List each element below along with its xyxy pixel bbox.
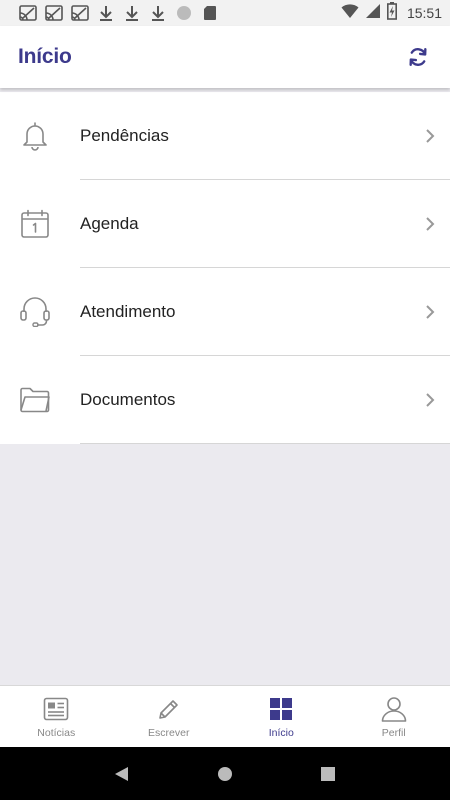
download-icon xyxy=(96,4,116,22)
calendar-icon xyxy=(0,180,80,268)
user-icon xyxy=(379,694,409,724)
bell-icon xyxy=(0,92,80,180)
dot-icon xyxy=(174,4,194,22)
tab-label: Perfil xyxy=(381,727,406,739)
tab-perfil[interactable]: Perfil xyxy=(338,686,450,747)
menu-item-label: Agenda xyxy=(80,214,139,233)
chevron-right-icon xyxy=(410,180,450,268)
status-clock: 15:51 xyxy=(406,5,442,21)
menu-item-label: Documentos xyxy=(80,390,176,409)
download-icon xyxy=(122,4,142,22)
chevron-right-icon xyxy=(410,356,450,444)
chevron-right-icon xyxy=(410,92,450,180)
home-button[interactable] xyxy=(205,754,245,794)
tab-escrever[interactable]: Escrever xyxy=(113,686,226,747)
wifi-icon xyxy=(341,3,359,24)
download-icon xyxy=(148,4,168,22)
bottom-nav: Notícias Escrever Início Perfil xyxy=(0,685,450,747)
folder-icon xyxy=(0,356,80,444)
back-button[interactable] xyxy=(102,754,142,794)
sd-card-icon xyxy=(200,4,220,22)
headset-icon xyxy=(0,268,80,356)
notification-icons xyxy=(18,4,220,22)
status-bar: 15:51 xyxy=(0,0,450,26)
tab-label: Escrever xyxy=(148,727,190,739)
page-title: Início xyxy=(18,45,72,68)
cast-icon xyxy=(44,4,64,22)
tab-label: Notícias xyxy=(37,727,76,739)
menu-item-pendencias[interactable]: Pendências xyxy=(0,92,450,180)
cast-icon xyxy=(70,4,90,22)
cast-icon xyxy=(18,4,38,22)
battery-charging-icon xyxy=(386,1,397,25)
divider xyxy=(80,443,450,444)
system-icons: 15:51 xyxy=(341,1,442,25)
menu-item-label: Atendimento xyxy=(80,302,176,321)
home-icon xyxy=(217,766,232,781)
news-icon xyxy=(41,694,71,724)
tab-label: Início xyxy=(268,727,294,739)
signal-icon xyxy=(365,3,381,24)
back-icon xyxy=(114,766,128,781)
menu-item-atendimento[interactable]: Atendimento xyxy=(0,268,450,356)
recents-icon xyxy=(321,766,336,781)
grid-icon xyxy=(266,694,296,724)
tab-noticias[interactable]: Notícias xyxy=(0,686,113,747)
app-header: Início xyxy=(0,26,450,88)
menu-item-documentos[interactable]: Documentos xyxy=(0,356,450,444)
refresh-icon xyxy=(409,48,427,66)
android-nav-bar xyxy=(0,747,450,800)
menu-item-agenda[interactable]: Agenda xyxy=(0,180,450,268)
refresh-button[interactable] xyxy=(404,43,432,71)
recents-button[interactable] xyxy=(308,754,348,794)
tab-inicio[interactable]: Início xyxy=(225,686,338,747)
chevron-right-icon xyxy=(410,268,450,356)
pencil-icon xyxy=(154,694,184,724)
menu-item-label: Pendências xyxy=(80,126,169,145)
menu-list: Pendências Agenda Atendimento Documentos xyxy=(0,92,450,444)
